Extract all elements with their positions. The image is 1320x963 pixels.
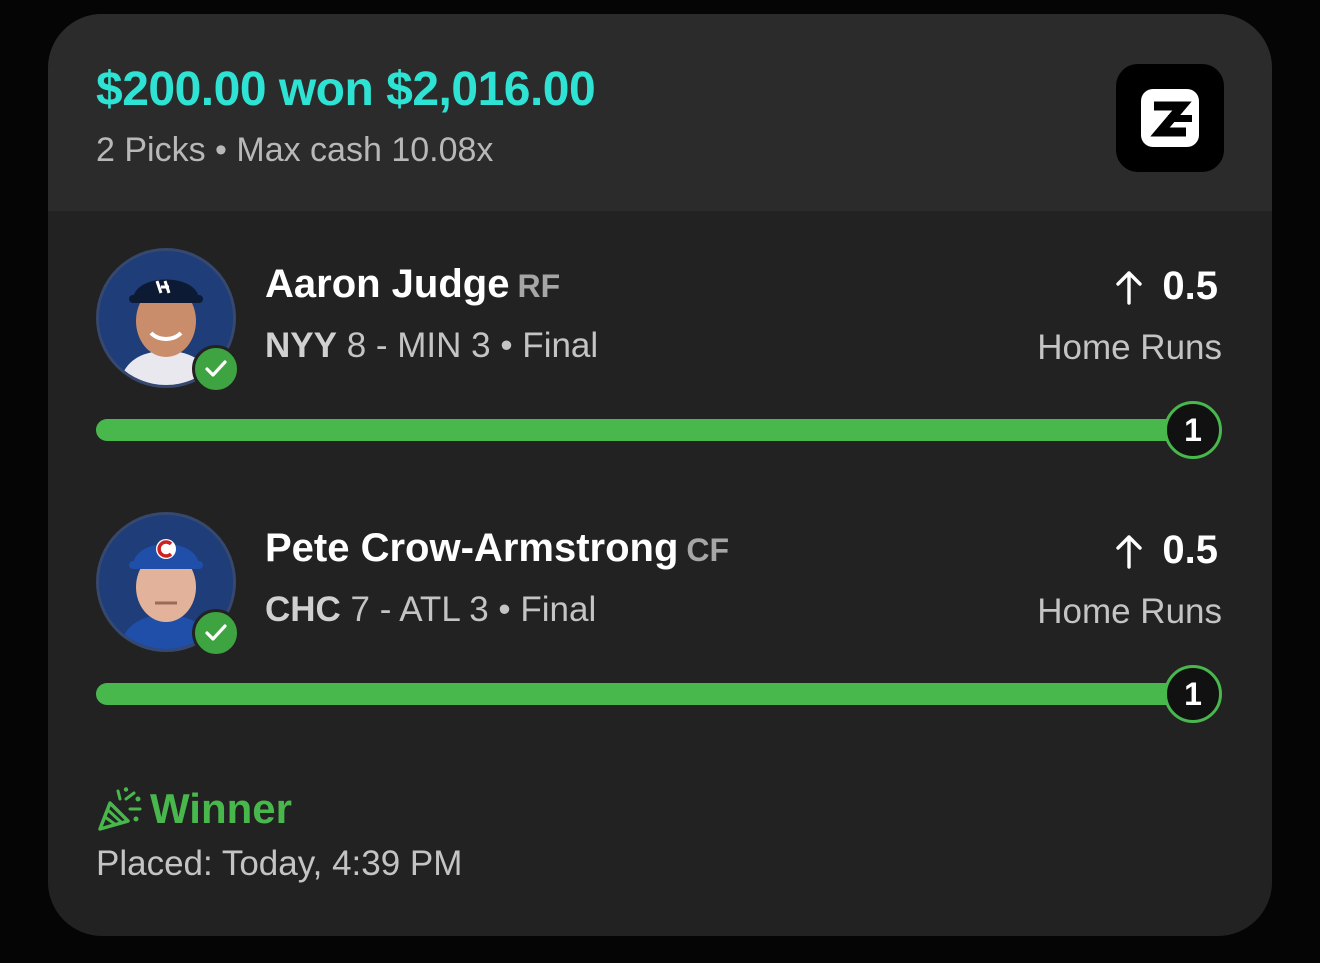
confetti-icon	[98, 787, 142, 831]
up-arrow-icon	[1116, 270, 1143, 305]
player-name-text: Aaron Judge	[265, 262, 510, 306]
game-score-text: 7 - ATL 3 • Final	[340, 590, 597, 629]
check-icon	[192, 609, 240, 657]
result-status: Winner	[96, 784, 292, 834]
progress-fill	[96, 683, 1206, 705]
progress-bar	[96, 683, 1206, 705]
picks-summary: 2 Picks • Max cash 10.08x	[96, 131, 494, 169]
line-number: 0.5	[1162, 528, 1218, 572]
player-position: RF	[517, 268, 561, 304]
line-number: 0.5	[1162, 264, 1218, 308]
entry-card[interactable]: $200.00 won $2,016.00 2 Picks • Max cash…	[48, 14, 1272, 936]
payout-title: $200.00 won $2,016.00	[96, 63, 596, 116]
pick-row[interactable]: Pete Crow-Armstrong CF CHC 7 - ATL 3 • Fi…	[48, 512, 1272, 752]
pick-line: 0.5	[1114, 528, 1218, 573]
brand-logo-icon	[1116, 64, 1224, 172]
pick-row[interactable]: Aaron Judge RF NYY 8 - MIN 3 • Final 0.5 …	[48, 248, 1272, 488]
progress-bar	[96, 419, 1206, 441]
card-header: $200.00 won $2,016.00 2 Picks • Max cash…	[48, 14, 1272, 211]
game-score-text: 8 - MIN 3 • Final	[336, 326, 599, 365]
team-abbr: NYY	[265, 326, 337, 365]
pick-line: 0.5	[1114, 264, 1218, 309]
placed-timestamp: Placed: Today, 4:39 PM	[96, 844, 463, 883]
result-value: 1	[1164, 401, 1222, 459]
stat-label: Home Runs	[1037, 328, 1222, 367]
check-icon	[192, 345, 240, 393]
player-name: Pete Crow-Armstrong CF	[265, 526, 729, 571]
game-score: NYY 8 - MIN 3 • Final	[265, 326, 598, 366]
result-label: Winner	[150, 785, 292, 832]
progress-fill	[96, 419, 1206, 441]
game-score: CHC 7 - ATL 3 • Final	[265, 590, 596, 630]
player-position: CF	[686, 532, 730, 568]
player-name: Aaron Judge RF	[265, 262, 560, 307]
stat-label: Home Runs	[1037, 592, 1222, 631]
up-arrow-icon	[1116, 534, 1143, 569]
player-name-text: Pete Crow-Armstrong	[265, 526, 679, 570]
result-value: 1	[1164, 665, 1222, 723]
team-abbr: CHC	[265, 590, 341, 629]
